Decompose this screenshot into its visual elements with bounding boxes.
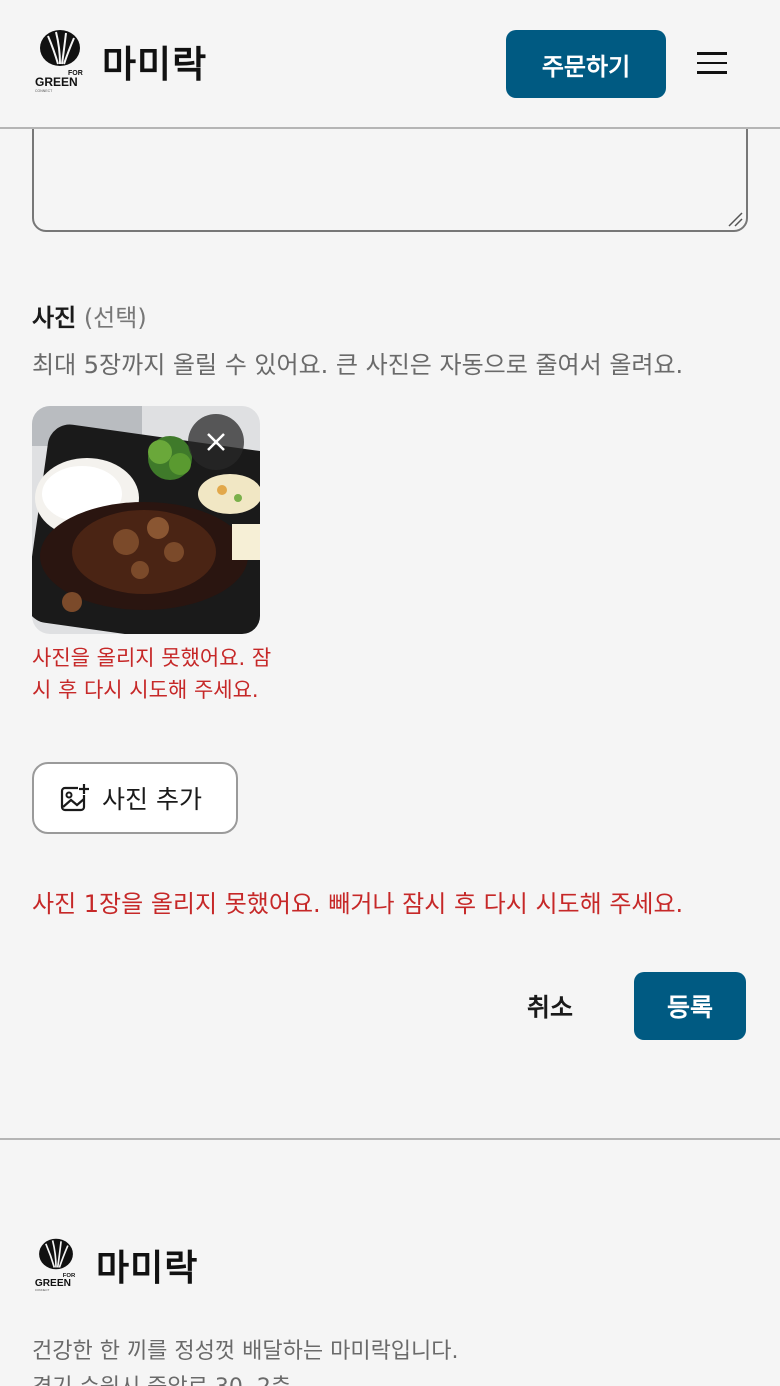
remove-photo-button[interactable] bbox=[188, 414, 244, 470]
upload-error-message: 사진 1장을 올리지 못했어요. 빼거나 잠시 후 다시 시도해 주세요. bbox=[32, 890, 684, 918]
add-photo-button[interactable]: 사진 추가 bbox=[32, 762, 238, 834]
footer-address-line: 경기 수원시 중앙로 30, 2층 bbox=[32, 1370, 459, 1386]
add-photo-label: 사진 추가 bbox=[102, 785, 202, 814]
site-header: FOR GREEN CONNECT 마미락 주문하기 bbox=[0, 0, 780, 129]
submit-button[interactable]: 등록 bbox=[634, 972, 746, 1040]
svg-text:CONNECT: CONNECT bbox=[35, 1288, 50, 1292]
footer-divider bbox=[0, 1138, 780, 1140]
order-button[interactable]: 주문하기 bbox=[506, 30, 666, 98]
brand-logo[interactable]: FOR GREEN CONNECT 마미락 bbox=[34, 28, 207, 94]
close-icon bbox=[207, 433, 225, 451]
photo-section-label: 사진 (선택) bbox=[32, 298, 147, 333]
footer-description: 건강한 한 끼를 정성껏 배달하는 마미락입니다. 경기 수원시 중앙로 30,… bbox=[32, 1334, 459, 1386]
footer-description-line: 건강한 한 끼를 정성껏 배달하는 마미락입니다. bbox=[32, 1339, 459, 1364]
for-green-logo-icon: FOR GREEN CONNECT bbox=[34, 28, 86, 94]
footer-brand-name: 마미락 bbox=[96, 1248, 199, 1289]
hamburger-menu-icon[interactable] bbox=[697, 52, 727, 76]
photo-optional-text: (선택) bbox=[83, 304, 147, 332]
photo-label-text: 사진 bbox=[32, 304, 77, 332]
cancel-button[interactable]: 취소 bbox=[500, 972, 600, 1040]
thumbnail-error-message: 사진을 올리지 못했어요. 잠시 후 다시 시도해 주세요. bbox=[32, 646, 272, 702]
footer-brand: FOR GREEN CONNECT 마미락 bbox=[34, 1236, 198, 1294]
resize-handle-icon[interactable] bbox=[727, 211, 743, 227]
add-image-icon bbox=[60, 783, 90, 812]
brand-name: 마미락 bbox=[102, 43, 208, 86]
svg-text:CONNECT: CONNECT bbox=[35, 89, 53, 93]
for-green-logo-icon: FOR GREEN CONNECT bbox=[34, 1236, 78, 1294]
photo-hint: 최대 5장까지 올릴 수 있어요. 큰 사진은 자동으로 줄여서 올려요. bbox=[32, 351, 684, 379]
svg-text:GREEN: GREEN bbox=[35, 75, 78, 89]
